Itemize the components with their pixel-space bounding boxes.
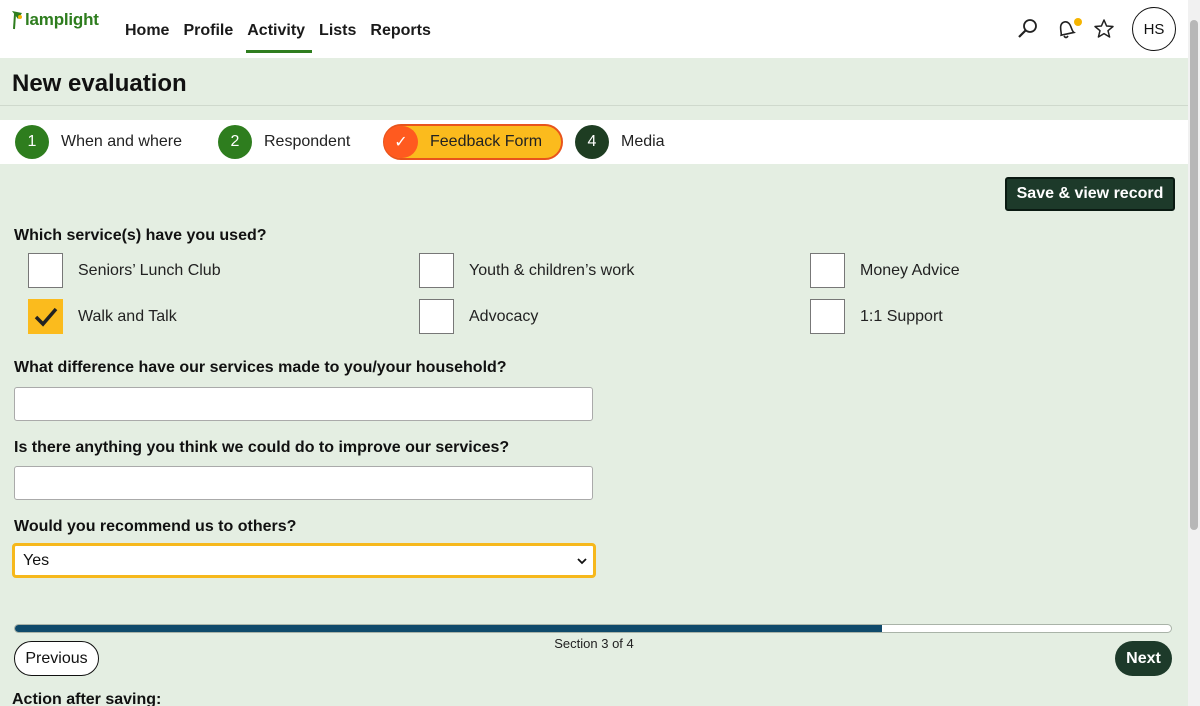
step-feedback-form[interactable]: ✓ Feedback Form bbox=[383, 124, 563, 160]
checkmark-icon bbox=[34, 307, 57, 327]
main-content: New evaluation 1 When and where 2 Respon… bbox=[0, 58, 1188, 706]
question-services-label: Which service(s) have you used? bbox=[14, 227, 267, 244]
user-avatar[interactable]: HS bbox=[1132, 7, 1176, 51]
progress-text: Section 3 of 4 bbox=[554, 636, 634, 651]
save-view-record-button[interactable]: Save & view record bbox=[1005, 177, 1175, 211]
step-label: Media bbox=[621, 133, 665, 150]
form-stepper: 1 When and where 2 Respondent ✓ Feedback… bbox=[0, 120, 1188, 164]
notification-dot bbox=[1074, 18, 1082, 26]
nav-reports[interactable]: Reports bbox=[363, 9, 437, 49]
checkbox[interactable] bbox=[28, 253, 63, 288]
step-label: When and where bbox=[61, 133, 182, 150]
checkbox-label: Youth & children’s work bbox=[469, 261, 635, 279]
search-icon[interactable] bbox=[1016, 17, 1040, 41]
top-navbar: lamplight Home Profile Activity Lists Re… bbox=[0, 0, 1188, 58]
chevron-down-icon bbox=[577, 557, 587, 564]
recommend-select-value: Yes bbox=[23, 551, 50, 569]
progress-fill bbox=[15, 625, 882, 632]
star-icon[interactable] bbox=[1092, 17, 1116, 41]
nav-home[interactable]: Home bbox=[118, 9, 176, 49]
main-nav: Home Profile Activity Lists Reports bbox=[118, 0, 438, 58]
step-number: 1 bbox=[15, 125, 49, 159]
logo-text: lamplight bbox=[25, 10, 99, 29]
checkbox-label: Advocacy bbox=[469, 307, 539, 325]
page-scrollbar[interactable] bbox=[1188, 0, 1200, 706]
step-media[interactable]: 4 Media bbox=[575, 124, 665, 160]
improve-input[interactable] bbox=[14, 466, 593, 500]
nav-activity[interactable]: Activity bbox=[240, 9, 312, 53]
checkbox[interactable] bbox=[419, 299, 454, 334]
previous-button[interactable]: Previous bbox=[14, 641, 99, 676]
scrollbar-thumb[interactable] bbox=[1190, 20, 1198, 530]
checkbox-label: Money Advice bbox=[860, 261, 960, 279]
option-walk-and-talk[interactable]: Walk and Talk bbox=[28, 299, 177, 334]
lamp-icon bbox=[12, 11, 22, 30]
header-icons: HS bbox=[1016, 7, 1176, 51]
question-recommend-label: Would you recommend us to others? bbox=[14, 518, 297, 535]
divider bbox=[0, 105, 1188, 106]
option-advocacy[interactable]: Advocacy bbox=[419, 299, 538, 334]
step-when-and-where[interactable]: 1 When and where bbox=[15, 124, 182, 160]
checkbox-label: 1:1 Support bbox=[860, 307, 943, 325]
checkbox[interactable] bbox=[810, 299, 845, 334]
checkbox[interactable] bbox=[810, 253, 845, 288]
checkbox[interactable] bbox=[419, 253, 454, 288]
lamplight-logo[interactable]: lamplight bbox=[12, 10, 99, 30]
page-title: New evaluation bbox=[12, 70, 187, 97]
option-seniors-lunch-club[interactable]: Seniors’ Lunch Club bbox=[28, 253, 221, 288]
option-youth-childrens-work[interactable]: Youth & children’s work bbox=[419, 253, 634, 288]
step-label: Feedback Form bbox=[430, 133, 543, 150]
option-one-to-one-support[interactable]: 1:1 Support bbox=[810, 299, 943, 334]
checkbox-label: Walk and Talk bbox=[78, 307, 177, 325]
nav-profile[interactable]: Profile bbox=[176, 9, 240, 49]
next-button[interactable]: Next bbox=[1115, 641, 1172, 676]
step-label: Respondent bbox=[264, 133, 351, 150]
step-number: 4 bbox=[575, 125, 609, 159]
step-respondent[interactable]: 2 Respondent bbox=[218, 124, 350, 160]
checkbox-label: Seniors’ Lunch Club bbox=[78, 261, 221, 279]
step-number: 2 bbox=[218, 125, 252, 159]
action-after-saving-label: Action after saving: bbox=[12, 691, 162, 706]
recommend-select[interactable]: Yes bbox=[12, 543, 596, 578]
option-money-advice[interactable]: Money Advice bbox=[810, 253, 960, 288]
question-improve-label: Is there anything you think we could do … bbox=[14, 439, 510, 456]
question-difference-label: What difference have our services made t… bbox=[14, 359, 507, 376]
bell-icon[interactable] bbox=[1054, 17, 1082, 41]
nav-lists[interactable]: Lists bbox=[312, 9, 363, 49]
section-progress-bar bbox=[14, 624, 1172, 633]
difference-input[interactable] bbox=[14, 387, 593, 421]
check-icon: ✓ bbox=[384, 126, 418, 158]
checkbox-checked[interactable] bbox=[28, 299, 63, 334]
